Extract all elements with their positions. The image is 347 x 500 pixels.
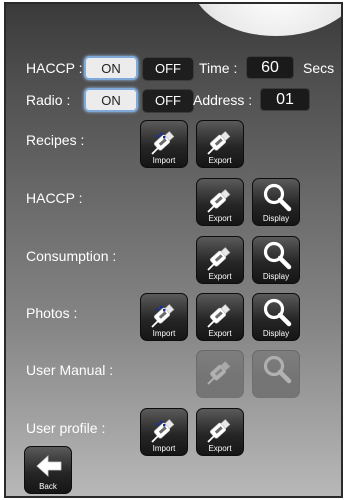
back-button[interactable]: Back [24, 446, 72, 494]
display-caption: Display [262, 272, 290, 281]
radio-toggle-label: Radio : [26, 92, 71, 108]
time-unit: Secs [303, 60, 335, 76]
usb-export-icon [207, 129, 232, 155]
time-value-field[interactable]: 60 [246, 56, 294, 79]
import-caption: Import [152, 156, 176, 165]
radio-off-button[interactable]: OFF [142, 89, 194, 113]
magnifier-icon [261, 240, 293, 272]
photos-label: Photos : [26, 305, 78, 321]
display-caption: Display [262, 214, 290, 223]
time-label: Time : [199, 60, 238, 76]
user-manual-display-button [252, 350, 300, 398]
export-caption: Export [208, 329, 232, 338]
user-manual-export-button [196, 350, 244, 398]
magnifier-icon [261, 182, 293, 214]
usb-export-icon [207, 245, 232, 271]
back-caption: Back [39, 482, 57, 491]
user-manual-label: User Manual : [26, 362, 114, 378]
usb-import-icon [151, 302, 176, 328]
haccp-toggle-label: HACCP : [26, 60, 83, 76]
photos-import-button[interactable]: Import [140, 293, 188, 341]
display-caption: Display [262, 329, 290, 338]
haccp-export-button[interactable]: Export [196, 178, 244, 226]
arrow-left-icon [36, 455, 62, 477]
import-caption: Import [152, 329, 176, 338]
address-label: Address : [193, 92, 253, 108]
consumption-export-button[interactable]: Export [196, 236, 244, 284]
usb-export-icon [207, 187, 232, 213]
radio-on-button[interactable]: ON [84, 88, 138, 112]
settings-screen: HACCP : ON OFF Time : 60 Secs Radio : ON… [4, 2, 343, 498]
photos-display-button[interactable]: Display [252, 293, 300, 341]
export-caption: Export [208, 214, 232, 223]
recipes-label: Recipes : [26, 132, 85, 148]
export-caption: Export [208, 444, 232, 453]
haccp-on-button[interactable]: ON [84, 56, 138, 80]
user-profile-export-button[interactable]: Export [196, 408, 244, 456]
magnifier-icon [261, 354, 293, 386]
export-caption: Export [208, 272, 232, 281]
haccp-row-label: HACCP : [26, 190, 83, 206]
consumption-label: Consumption : [26, 248, 117, 264]
photos-export-button[interactable]: Export [196, 293, 244, 341]
haccp-display-button[interactable]: Display [252, 178, 300, 226]
consumption-display-button[interactable]: Display [252, 236, 300, 284]
decorative-arc [191, 4, 341, 36]
haccp-off-button[interactable]: OFF [142, 57, 194, 81]
import-caption: Import [152, 444, 176, 453]
recipes-export-button[interactable]: Export [196, 120, 244, 168]
user-profile-import-button[interactable]: Import [140, 408, 188, 456]
user-profile-label: User profile : [26, 420, 106, 436]
export-caption: Export [208, 156, 232, 165]
recipes-import-button[interactable]: Import [140, 120, 188, 168]
address-value-field[interactable]: 01 [260, 88, 310, 111]
usb-export-icon [207, 302, 232, 328]
usb-import-icon [151, 129, 176, 155]
usb-export-icon [207, 359, 232, 385]
magnifier-icon [261, 297, 293, 329]
usb-export-icon [207, 417, 232, 443]
usb-import-icon [151, 417, 176, 443]
